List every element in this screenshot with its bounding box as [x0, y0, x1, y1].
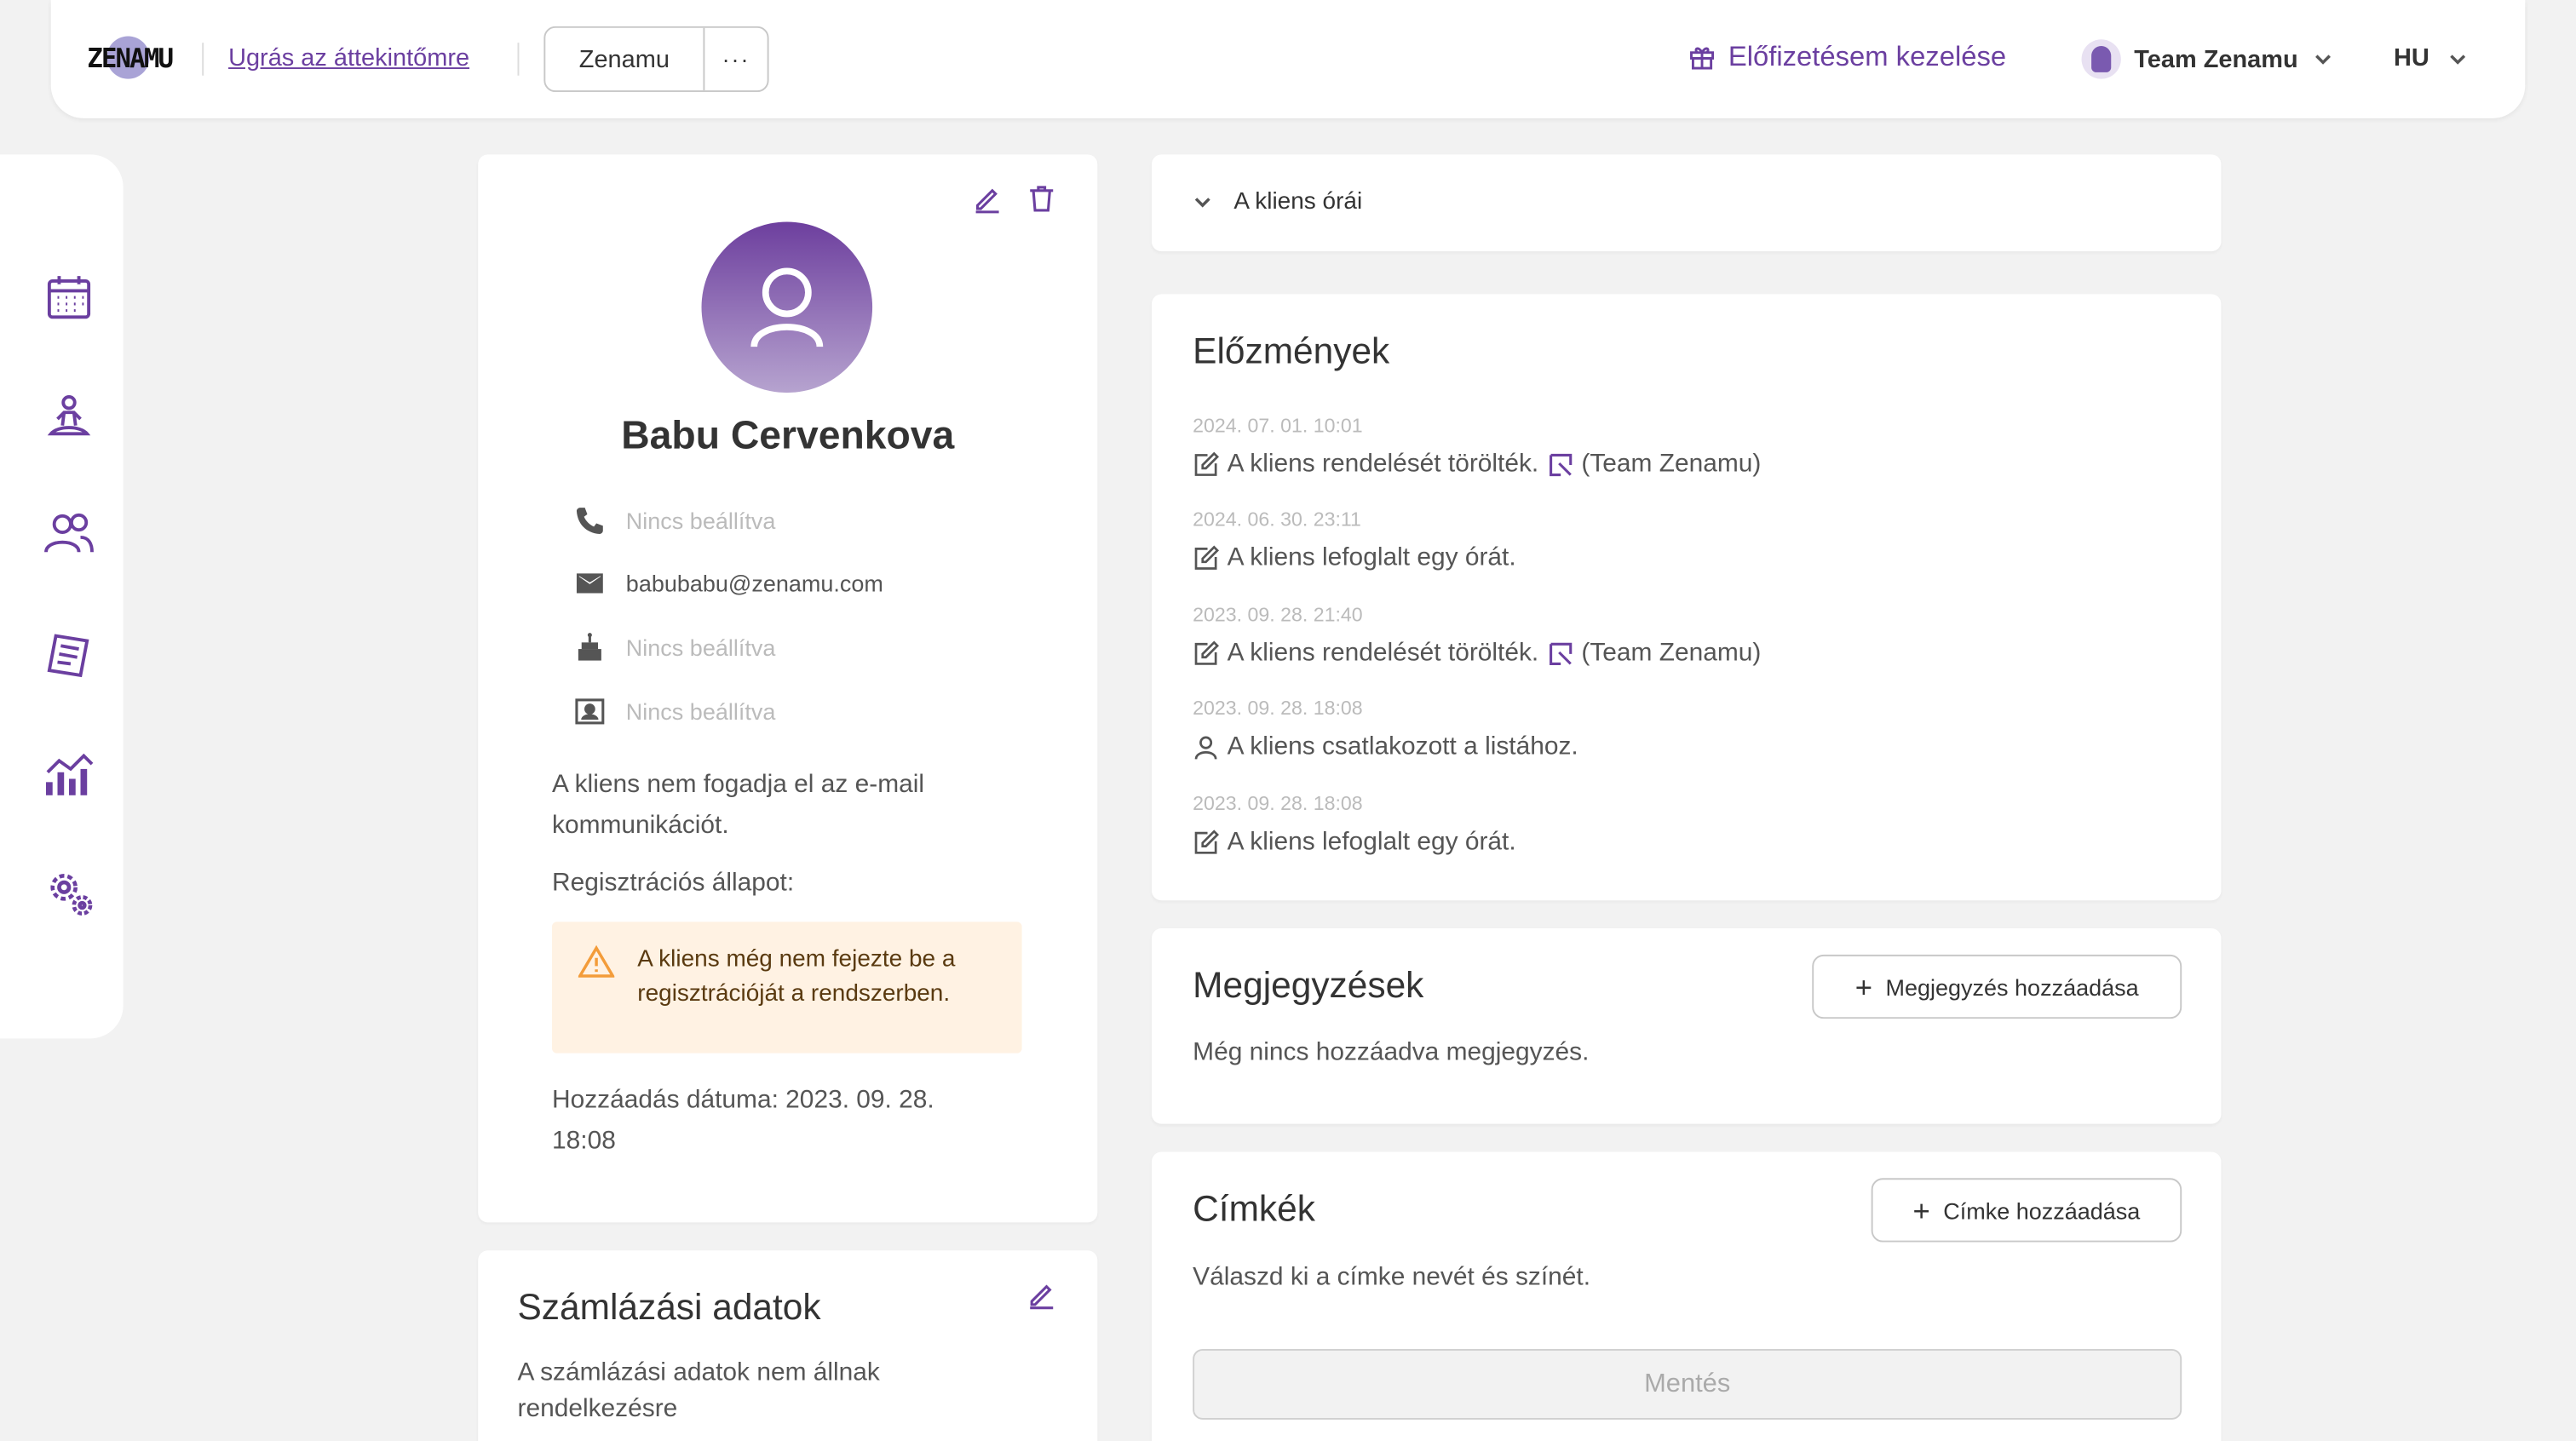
- client-lessons-title: A kliens órái: [1233, 188, 1363, 215]
- added-date: Hozzáadás dátuma: 2023. 09. 28. 18:08: [552, 1086, 934, 1156]
- add-tag-label: Címke hozzáadása: [1943, 1197, 2141, 1224]
- orders-icon[interactable]: [41, 628, 97, 684]
- notes-empty-text: Még nincs hozzáadva megjegyzés.: [1193, 1038, 1590, 1067]
- user-icon: [1194, 736, 1217, 760]
- calendar-icon[interactable]: [41, 269, 97, 325]
- cake-icon: [578, 633, 601, 661]
- registration-warning-text: A kliens még nem fejezte be a regisztrác…: [637, 946, 956, 1008]
- client-name: Babu Cervenkova: [621, 414, 955, 459]
- save-button[interactable]: Mentés: [1193, 1348, 2182, 1420]
- tags-card: Címkék + Címke hozzáadása Válaszd ki a c…: [1151, 1151, 2222, 1441]
- history-text: A kliens rendelését törölték.: [1227, 639, 1539, 668]
- contact-card-icon: [575, 698, 605, 725]
- settings-icon[interactable]: [41, 864, 97, 921]
- billing-text: A számlázási adatok nem állnak rendelkez…: [517, 1358, 880, 1423]
- history-author: (Team Zenamu): [1581, 450, 1762, 479]
- contact-value: Nincs beállítva: [625, 698, 776, 725]
- notes-card: Megjegyzések + Megjegyzés hozzáadása Még…: [1151, 928, 2222, 1124]
- phone-row: Nincs beállítva: [573, 504, 775, 537]
- edit-icon: [1194, 640, 1220, 665]
- manage-subscription-link[interactable]: Előfizetésem kezelése: [1689, 41, 2006, 74]
- gift-icon: [1690, 47, 1715, 70]
- birthday-value: Nincs beállítva: [625, 634, 776, 661]
- history-timestamp: 2023. 09. 28. 18:08: [1193, 697, 1363, 720]
- workspace-more-button[interactable]: ···: [704, 28, 767, 90]
- chevron-down-icon: [1194, 198, 1210, 208]
- edit-icon[interactable]: [973, 184, 1003, 214]
- sidebar: [0, 154, 124, 1039]
- statistics-icon[interactable]: [41, 746, 97, 802]
- user-icon: [750, 267, 824, 347]
- team-name: Team Zenamu: [2134, 45, 2298, 73]
- divider: [517, 43, 520, 76]
- history-timestamp: 2023. 09. 28. 18:08: [1193, 791, 1363, 815]
- billing-card: Számlázási adatok A számlázási adatok ne…: [478, 1250, 1098, 1441]
- plus-icon: +: [1854, 970, 1873, 1003]
- history-text: A kliens rendelését törölték.: [1227, 450, 1539, 479]
- zenamu-logo[interactable]: ZENAMU: [87, 33, 179, 86]
- history-timestamp: 2024. 06. 30. 23:11: [1193, 508, 1361, 531]
- phone-icon: [576, 508, 603, 535]
- plus-icon: +: [1912, 1193, 1930, 1227]
- history-card: Előzmények 2024. 07. 01. 10:01 A kliens …: [1151, 294, 2222, 901]
- client-lessons-accordion[interactable]: A kliens órái: [1151, 154, 2222, 252]
- chevron-down-icon: [2449, 54, 2465, 64]
- email-value[interactable]: babubabu@zenamu.com: [626, 570, 883, 596]
- edit-icon: [1194, 830, 1220, 854]
- team-avatar: [2081, 39, 2121, 79]
- edit-icon: [1194, 545, 1220, 570]
- phone-value: Nincs beállítva: [625, 508, 776, 535]
- history-text: A kliens lefoglalt egy órát.: [1227, 543, 1516, 572]
- tags-hint: Válaszd ki a címke nevét és színét.: [1193, 1263, 1591, 1292]
- registration-warning: A kliens még nem fejezte be a regisztrác…: [552, 921, 1022, 1053]
- warning-icon: [578, 944, 615, 978]
- notes-title: Megjegyzések: [1193, 964, 1424, 1006]
- email-row: babubabu@zenamu.com: [573, 567, 883, 600]
- external-link-icon[interactable]: [1547, 640, 1573, 667]
- language-label: HU: [2393, 44, 2429, 72]
- history-item: 2024. 06. 30. 23:11 A kliens lefoglalt e…: [1193, 508, 1516, 573]
- top-bar: ZENAMU Ugrás az áttekintőmre Zenamu ··· …: [50, 0, 2526, 118]
- chevron-down-icon: [2314, 55, 2331, 65]
- meditation-icon[interactable]: [41, 389, 97, 445]
- external-link-icon[interactable]: [1547, 452, 1573, 479]
- add-note-label: Megjegyzés hozzáadása: [1885, 973, 2139, 1000]
- history-item: 2023. 09. 28. 21:40 A kliens rendelését …: [1193, 603, 1761, 669]
- divider: [202, 43, 204, 76]
- history-text: A kliens csatlakozott a listához.: [1227, 732, 1578, 761]
- language-selector[interactable]: HU: [2394, 44, 2469, 72]
- history-item: 2023. 09. 28. 18:08 A kliens csatlakozot…: [1193, 697, 1578, 762]
- history-timestamp: 2023. 09. 28. 21:40: [1193, 603, 1363, 627]
- history-text: A kliens lefoglalt egy órát.: [1227, 828, 1516, 857]
- workspace-button[interactable]: Zenamu: [545, 27, 705, 91]
- edit-icon[interactable]: [1026, 1280, 1056, 1310]
- edit-icon: [1194, 451, 1220, 476]
- registration-label: Regisztrációs állapot:: [552, 869, 795, 898]
- add-note-button[interactable]: + Megjegyzés hozzáadása: [1812, 954, 2182, 1019]
- history-item: 2023. 09. 28. 18:08 A kliens lefoglalt e…: [1193, 792, 1516, 858]
- workspace-switcher: Zenamu ···: [543, 26, 769, 93]
- tags-title: Címkék: [1193, 1187, 1315, 1230]
- email-consent-text: A kliens nem fogadja el az e-mail kommun…: [552, 770, 925, 840]
- mail-icon: [576, 573, 603, 594]
- history-author: (Team Zenamu): [1581, 639, 1762, 668]
- manage-subscription-label: Előfizetésem kezelése: [1728, 41, 2007, 72]
- client-avatar: [701, 221, 873, 393]
- contact-row: Nincs beállítva: [573, 695, 775, 728]
- add-tag-button[interactable]: + Címke hozzáadása: [1871, 1178, 2182, 1243]
- billing-title: Számlázási adatok: [517, 1286, 821, 1328]
- trash-icon[interactable]: [1026, 184, 1056, 214]
- back-to-overview-link[interactable]: Ugrás az áttekintőmre: [228, 44, 469, 72]
- clients-icon[interactable]: [41, 506, 97, 562]
- client-profile-card: Babu Cervenkova Nincs beállítva babubabu…: [478, 154, 1098, 1223]
- team-menu[interactable]: Team Zenamu: [2081, 39, 2335, 79]
- history-item: 2024. 07. 01. 10:01 A kliens rendelését …: [1193, 414, 1761, 479]
- history-timestamp: 2024. 07. 01. 10:01: [1193, 414, 1363, 438]
- history-title: Előzmények: [1193, 330, 1390, 372]
- birthday-row: Nincs beállítva: [573, 631, 775, 664]
